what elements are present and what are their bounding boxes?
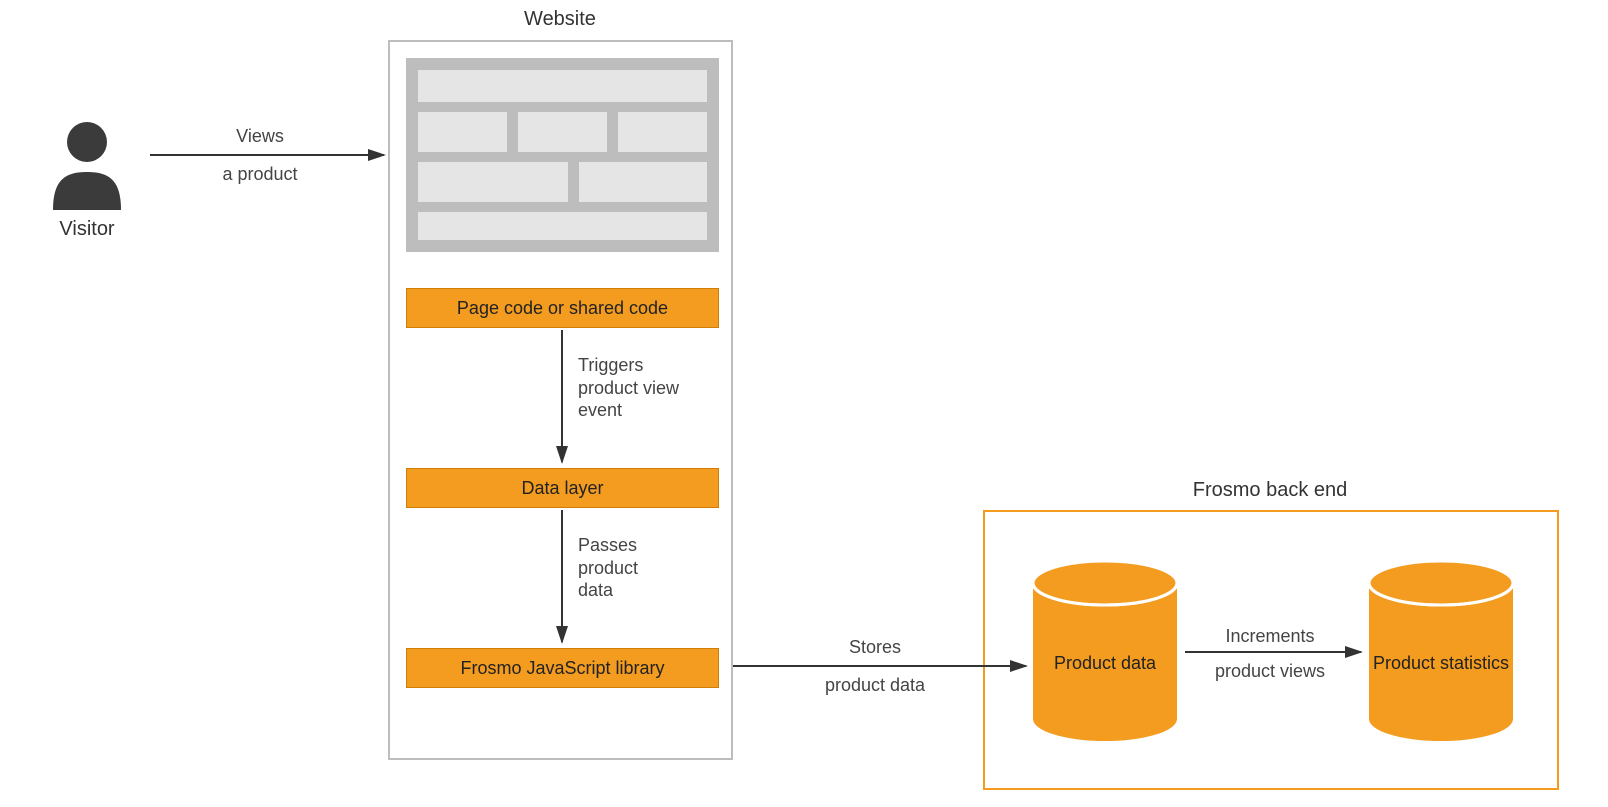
webpage-mockup-icon	[390, 42, 735, 252]
website-container: Page code or shared code Triggers produc…	[388, 40, 733, 760]
arrow-passes-label: Passes product data	[578, 534, 638, 602]
js-library-label: Frosmo JavaScript library	[460, 658, 664, 679]
arrow-views-label-top: Views	[200, 125, 320, 148]
backend-title: Frosmo back end	[1170, 479, 1370, 502]
visitor-label: Visitor	[47, 218, 127, 241]
page-code-box: Page code or shared code	[406, 288, 719, 328]
arrow-views-label-bottom: a product	[200, 163, 320, 186]
arrow-increments-label-top: Increments	[1190, 625, 1350, 648]
arrow-triggers-label: Triggers product view event	[578, 354, 679, 422]
data-layer-label: Data layer	[521, 478, 603, 499]
website-title: Website	[500, 8, 620, 31]
visitor-icon	[47, 120, 127, 210]
arrow-stores-label-top: Stores	[790, 636, 960, 659]
arrow-stores-label-bottom: product data	[790, 674, 960, 697]
data-layer-box: Data layer	[406, 468, 719, 508]
diagram-canvas: Website Page code or shared code	[0, 0, 1608, 807]
product-stats-cylinder-label: Product statistics	[1361, 652, 1521, 675]
backend-container: Product data Product statistics Incremen…	[983, 510, 1559, 790]
js-library-box: Frosmo JavaScript library	[406, 648, 719, 688]
page-code-label: Page code or shared code	[457, 298, 668, 319]
arrow-increments-label-bottom: product views	[1190, 660, 1350, 683]
product-data-cylinder-label: Product data	[1025, 652, 1185, 675]
